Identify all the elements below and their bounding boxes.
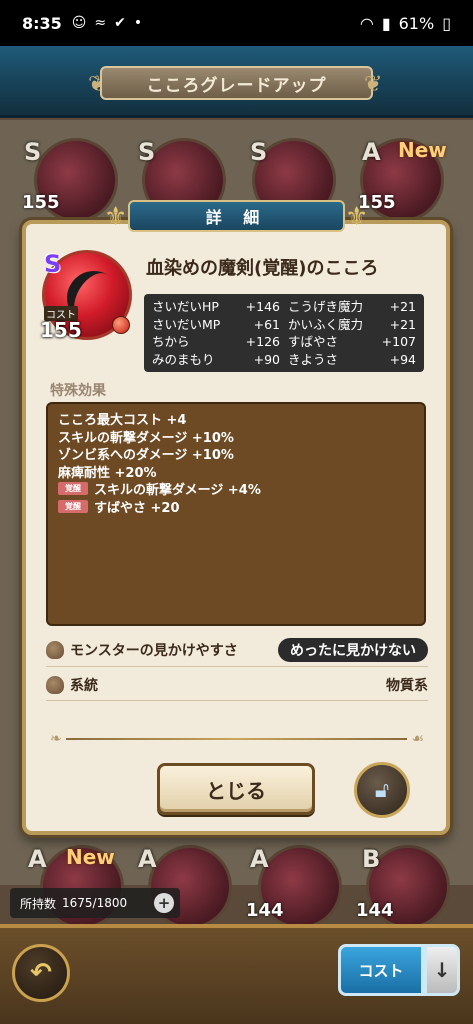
tile-rank: S — [138, 138, 156, 166]
arrow-down-icon: ↓ — [433, 958, 451, 982]
visibility-label: モンスターの見かけやすさ — [70, 643, 238, 659]
tile-cost: 144 — [356, 900, 394, 921]
tile-rank: S — [250, 138, 268, 166]
effect-line: こころ最大コスト +4 — [58, 413, 187, 429]
stat-row: ちから +126 — [152, 334, 280, 349]
heart-name: 血染めの魔剣(覚醒)のこころ — [146, 258, 379, 279]
fleur-left-icon: ⚜ — [104, 202, 128, 232]
unlock-icon: 🔓︎ — [374, 777, 390, 803]
family-value: 物質系 — [386, 678, 428, 694]
stat-row: さいだいHP +146 — [152, 299, 280, 314]
scroll-left-icon: ❧ — [50, 731, 62, 747]
special-effects-box[interactable]: こころ最大コスト +4 スキルの斬撃ダメージ +10% ゾンビ系へのダメージ +… — [46, 402, 426, 626]
effect-line: ゾンビ系へのダメージ +10% — [58, 448, 234, 464]
page-title: こころグレードアップ — [100, 66, 373, 100]
owned-value: 1675/1800 — [62, 896, 128, 910]
wifi-icon: ◠ — [359, 13, 374, 33]
owned-label: 所持数 — [20, 896, 57, 911]
cost-sort-button[interactable]: コスト — [338, 944, 424, 996]
heart-rank: S — [44, 250, 62, 278]
tile-rank: A — [28, 845, 47, 873]
divider — [46, 700, 428, 701]
tile-rank: S — [24, 138, 42, 166]
tile-cost: 144 — [246, 900, 284, 921]
tile-rank: A — [138, 845, 157, 873]
fleur-right-icon: ⚜ — [345, 202, 369, 232]
back-arrow-icon: ↶ — [30, 958, 52, 988]
vibrate-icon: ≈ — [94, 15, 107, 31]
notification-icons: ☺ ≈ ✔ • — [72, 15, 142, 31]
poop-icon — [46, 676, 64, 694]
effect-line: スキルの斬撃ダメージ +10% — [58, 430, 234, 446]
stat-row: こうげき魔力 +21 — [288, 299, 416, 314]
heart-cost: 155 — [40, 318, 82, 342]
visibility-value: めったに見かけない — [278, 638, 428, 662]
stat-row: さいだいMP +61 — [152, 316, 280, 332]
new-badge: New — [398, 138, 447, 162]
signal-icon: ▮ — [381, 13, 391, 33]
battery-percent: 61% — [398, 13, 435, 33]
owned-count: 所持数 1675/1800 + — [10, 888, 180, 918]
family-label: 系統 — [70, 678, 98, 694]
tile-rank: A — [250, 845, 269, 873]
dialog-title: 詳 細 — [128, 200, 345, 232]
awakening-badge: 覚醒 — [58, 482, 88, 496]
visibility-row: モンスターの見かけやすさ めったに見かけない — [46, 637, 428, 663]
special-effects-title: 特殊効果 — [50, 383, 106, 399]
status-bar: 8:35 ☺ ≈ ✔ • ◠ ▮ 61% ▯ — [0, 0, 473, 46]
stats-table: さいだいHP +146 こうげき魔力 +21 さいだいMP +61 かいふく魔力 +21… — [144, 294, 424, 372]
tile-rank: A — [362, 138, 381, 166]
clock: 8:35 — [22, 13, 62, 33]
effect-line: 覚醒 スキルの斬撃ダメージ +4% — [58, 480, 414, 498]
ornament-divider: ❧ ☙ — [50, 731, 424, 747]
lock-button[interactable]: 🔓︎ — [354, 762, 410, 818]
gem-icon — [112, 316, 130, 334]
plus-icon[interactable]: + — [154, 893, 174, 913]
scroll-right-icon: ☙ — [411, 731, 424, 747]
stat-row: かいふく魔力 +21 — [288, 316, 416, 332]
shield-icon: ✔ — [114, 15, 126, 31]
divider — [46, 666, 428, 667]
effect-line: 覚醒 すばやさ +20 — [58, 498, 414, 516]
poop-icon — [46, 641, 64, 659]
cat-icon: ☺ — [71, 15, 87, 31]
family-row: 系統 物質系 — [46, 672, 428, 698]
stat-row: みのまもり +90 — [152, 351, 280, 367]
dot-icon: • — [133, 15, 143, 31]
back-button[interactable]: ↶ — [12, 944, 70, 1002]
stat-row: すばやさ +107 — [288, 334, 416, 349]
awakening-badge: 覚醒 — [58, 499, 88, 513]
stat-row: きようさ +94 — [288, 351, 416, 367]
close-button[interactable]: とじる — [157, 763, 315, 815]
tile-rank: B — [362, 845, 381, 873]
battery-icon: ▯ — [442, 13, 451, 33]
tile-cost: 155 — [22, 192, 60, 213]
effect-line: 麻痺耐性 +20% — [58, 465, 157, 481]
sort-order-button[interactable]: ↓ — [424, 944, 460, 996]
new-badge: New — [66, 845, 115, 869]
flourish-right-icon: ❦ — [364, 72, 383, 97]
